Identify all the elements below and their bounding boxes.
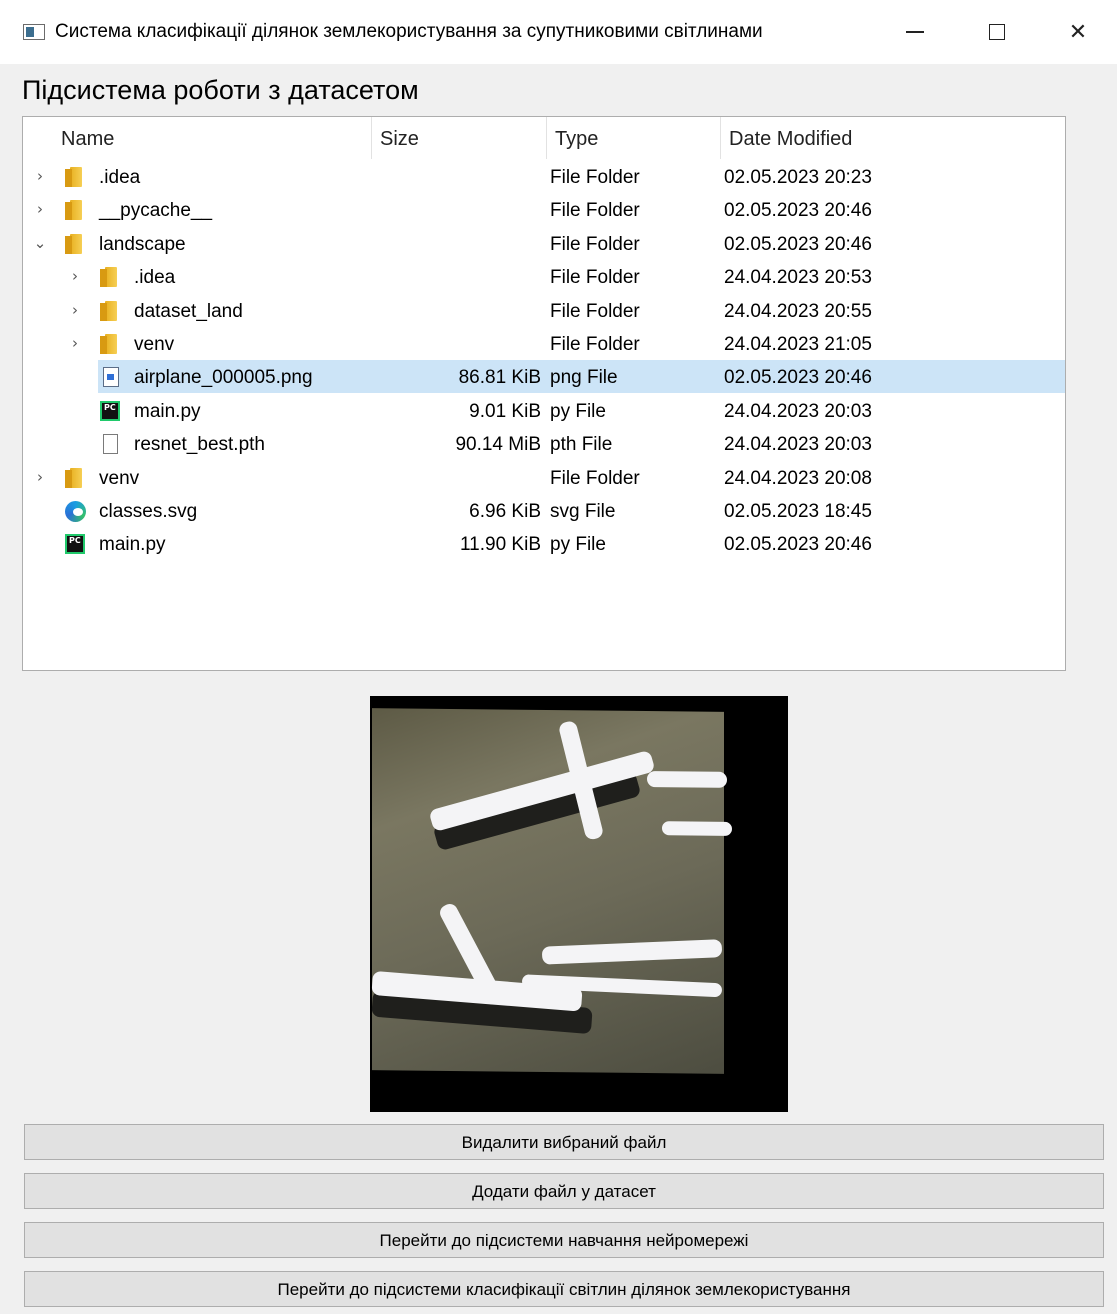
row-size: 86.81 KiB <box>458 367 541 388</box>
row-date: 24.04.2023 20:53 <box>724 267 872 288</box>
pycharm-file-icon <box>100 401 122 421</box>
chevron-right-icon[interactable]: › <box>32 461 48 494</box>
row-type: File Folder <box>550 200 640 221</box>
row-type: pth File <box>550 434 613 455</box>
row-size: 6.96 KiB <box>469 501 541 522</box>
pycharm-file-icon <box>65 534 87 554</box>
row-name: .idea <box>99 167 141 188</box>
row-type: File Folder <box>550 167 640 188</box>
airplane-satellite-image <box>371 708 732 1074</box>
blank-file-icon <box>100 434 122 454</box>
image-preview <box>370 696 788 1112</box>
row-name: classes.svg <box>99 501 198 522</box>
chevron-down-icon[interactable]: ⌄ <box>32 227 48 260</box>
row-name: main.py <box>99 534 166 555</box>
folder-icon <box>65 167 83 187</box>
minimize-icon[interactable] <box>880 0 950 64</box>
column-header-date-modified[interactable]: Date Modified <box>720 117 1065 159</box>
row-type: File Folder <box>550 301 640 322</box>
tree-row[interactable]: main.py 9.01 KiB py File 24.04.2023 20:03 <box>23 394 1065 427</box>
row-type: File Folder <box>550 334 640 355</box>
folder-icon <box>100 267 118 287</box>
tree-row[interactable]: › venv File Folder 24.04.2023 21:05 <box>23 327 1065 360</box>
tree-row[interactable]: › .idea File Folder 24.04.2023 20:53 <box>23 260 1065 293</box>
app-icon <box>23 24 45 40</box>
chevron-right-icon[interactable]: › <box>32 193 48 226</box>
delete-selected-file-button[interactable]: Видалити вибраний файл <box>24 1124 1104 1160</box>
row-size: 9.01 KiB <box>469 401 541 422</box>
chevron-right-icon[interactable]: › <box>67 294 83 327</box>
chevron-right-icon[interactable]: › <box>67 260 83 293</box>
file-tree[interactable]: Name Size Type Date Modified › .idea File … <box>22 116 1066 671</box>
row-date: 02.05.2023 18:45 <box>724 501 872 522</box>
folder-icon <box>65 468 83 488</box>
row-size: 90.14 MiB <box>455 434 541 455</box>
column-header-type[interactable]: Type <box>546 117 720 159</box>
row-date: 02.05.2023 20:46 <box>724 200 872 221</box>
row-name: venv <box>134 334 175 355</box>
row-date: 24.04.2023 20:55 <box>724 301 872 322</box>
tree-row[interactable]: › venv File Folder 24.04.2023 20:08 <box>23 461 1065 494</box>
maximize-icon[interactable] <box>962 0 1032 64</box>
row-name: airplane_000005.png <box>134 367 313 388</box>
row-name: dataset_land <box>134 301 243 322</box>
chevron-right-icon[interactable]: › <box>67 327 83 360</box>
row-date: 02.05.2023 20:23 <box>724 167 872 188</box>
go-to-training-subsystem-button[interactable]: Перейти до підсистеми навчання нейромере… <box>24 1222 1104 1258</box>
row-date: 02.05.2023 20:46 <box>724 234 872 255</box>
row-size: 11.90 KiB <box>460 534 541 555</box>
close-icon[interactable]: ✕ <box>1043 0 1113 64</box>
row-type: File Folder <box>550 267 640 288</box>
row-type: File Folder <box>550 468 640 489</box>
tree-row[interactable]: › .idea File Folder 02.05.2023 20:23 <box>23 160 1065 193</box>
chevron-right-icon[interactable]: › <box>32 160 48 193</box>
row-date: 24.04.2023 21:05 <box>724 334 872 355</box>
folder-icon <box>100 334 118 354</box>
title-bar: Система класифікації ділянок землекорист… <box>0 0 1117 64</box>
tree-row[interactable]: ⌄ landscape File Folder 02.05.2023 20:46 <box>23 227 1065 260</box>
row-name: landscape <box>99 234 186 255</box>
row-name: venv <box>99 468 140 489</box>
row-type: py File <box>550 401 606 422</box>
column-header-name[interactable]: Name <box>53 117 373 159</box>
png-file-icon <box>100 367 122 387</box>
tree-row[interactable]: › dataset_land File Folder 24.04.2023 20:55 <box>23 294 1065 327</box>
add-file-to-dataset-button[interactable]: Додати файл у датасет <box>24 1173 1104 1209</box>
folder-icon <box>65 200 83 220</box>
go-to-classification-subsystem-button[interactable]: Перейти до підсистеми класифікації світл… <box>24 1271 1104 1307</box>
row-date: 24.04.2023 20:08 <box>724 468 872 489</box>
row-type: py File <box>550 534 606 555</box>
edge-svg-icon <box>65 501 87 522</box>
tree-row[interactable]: classes.svg 6.96 KiB svg File 02.05.2023 18… <box>23 494 1065 527</box>
tree-row[interactable]: resnet_best.pth 90.14 MiB pth File 24.04.20… <box>23 427 1065 460</box>
row-type: png File <box>550 367 618 388</box>
row-name: __pycache__ <box>99 200 213 221</box>
column-header-size[interactable]: Size <box>371 117 546 159</box>
row-type: svg File <box>550 501 616 522</box>
tree-header: Name Size Type Date Modified <box>23 117 1065 159</box>
folder-icon <box>100 301 118 321</box>
row-date: 24.04.2023 20:03 <box>724 401 872 422</box>
tree-row[interactable]: main.py 11.90 KiB py File 02.05.2023 20:46 <box>23 527 1065 560</box>
page-title: Підсистема роботи з датасетом <box>22 75 419 105</box>
row-name: resnet_best.pth <box>134 434 265 455</box>
row-name: .idea <box>134 267 176 288</box>
tree-row[interactable]: airplane_000005.png 86.81 KiB png File 02.0… <box>98 360 1065 393</box>
folder-icon <box>65 234 83 254</box>
tree-row[interactable]: › __pycache__ File Folder 02.05.2023 20:46 <box>23 193 1065 226</box>
window-title: Система класифікації ділянок землекорист… <box>55 21 763 42</box>
row-name: main.py <box>134 401 201 422</box>
row-type: File Folder <box>550 234 640 255</box>
row-date: 02.05.2023 20:46 <box>724 534 872 555</box>
row-date: 24.04.2023 20:03 <box>724 434 872 455</box>
row-date: 02.05.2023 20:46 <box>724 367 872 388</box>
